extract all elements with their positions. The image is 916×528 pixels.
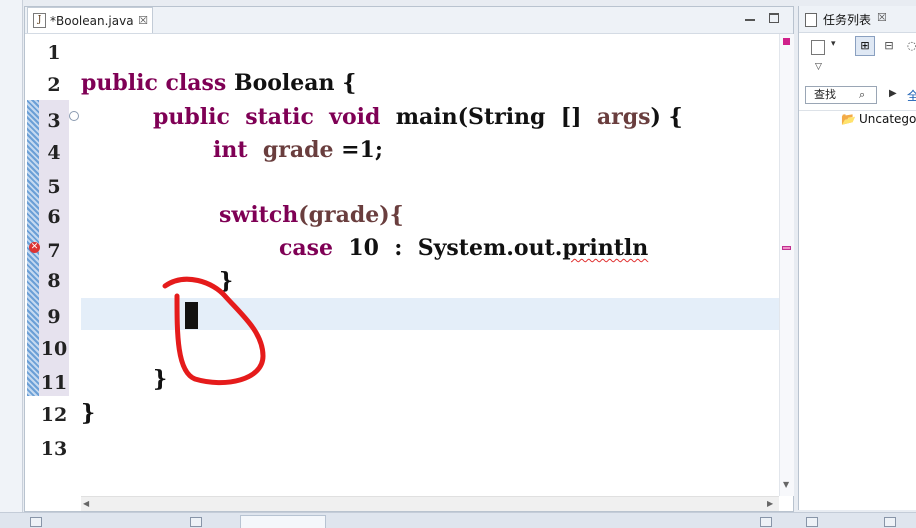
code-line-12: } (81, 400, 96, 426)
find-input[interactable]: 查找 (805, 86, 877, 104)
scheduled-view-icon[interactable]: ⊟ (879, 36, 899, 56)
divider (799, 110, 916, 111)
horizontal-scrollbar[interactable]: ◀ ▶ (81, 496, 779, 511)
line-number: 9 (47, 306, 61, 328)
error-summary-marker[interactable] (783, 38, 790, 45)
close-icon[interactable]: ☒ (138, 14, 148, 27)
code-line-2: public class Boolean { (81, 70, 356, 96)
line-number: 11 (40, 372, 68, 394)
error-token[interactable]: println (562, 235, 648, 261)
switch-expression: (grade){ (298, 202, 404, 228)
task-list-tab-bar: 任务列表 ☒ (799, 6, 916, 33)
line-number: 10 (40, 338, 68, 360)
close-icon[interactable]: ☒ (877, 11, 887, 24)
fold-collapse-icon[interactable] (69, 111, 79, 121)
method-signature: main(String [] (395, 104, 582, 130)
line-number: 2 (47, 74, 61, 96)
view-menu-icon[interactable] (884, 517, 896, 527)
task-list-icon (805, 13, 817, 27)
search-icon[interactable]: ⌕ (859, 88, 865, 102)
editor-pane: J *Boolean.java ☒ 1 2 3 4 5 6 7 8 9 10 1… (24, 6, 794, 512)
view-menu-icon[interactable]: ▽ (815, 62, 822, 72)
line-number: 8 (47, 270, 61, 292)
code-line-8: } (219, 268, 234, 294)
task-list-panel: 任务列表 ☒ ▾ ⊞ ⊟ ◌ ▽ 查找 ⌕ ▶ 全 📂 Uncategorize… (798, 6, 916, 510)
all-link[interactable]: 全 (907, 87, 916, 104)
keyword: int (213, 137, 248, 163)
maximize-icon[interactable] (769, 13, 779, 23)
line-number: 12 (40, 404, 68, 426)
minimize-icon[interactable] (760, 517, 772, 527)
line-number: 3 (47, 110, 61, 132)
left-side-strip (0, 0, 23, 527)
keyword: switch (219, 202, 299, 228)
editor-tab-title: *Boolean.java (50, 13, 134, 28)
category-item-uncategorized[interactable]: Uncategorized (859, 112, 916, 126)
parameter: args (596, 104, 651, 130)
overview-ruler: ▼ (779, 34, 794, 496)
java-file-icon: J (33, 13, 46, 28)
line-number: 4 (47, 142, 61, 164)
activate-icon[interactable]: ▶ (889, 88, 897, 99)
bottom-view-tab[interactable] (240, 515, 326, 528)
variable: grade (262, 137, 334, 163)
code-editor[interactable]: 1 2 3 4 5 6 7 8 9 10 11 12 13 ✕ public c… (25, 34, 779, 496)
brace: ) { (650, 104, 683, 130)
minimize-icon[interactable] (745, 13, 755, 21)
code-line-7: case 10 : System.out.println (279, 235, 648, 261)
scroll-right-icon[interactable]: ▶ (767, 499, 773, 508)
new-task-icon[interactable] (811, 40, 825, 55)
scroll-left-icon[interactable]: ◀ (83, 499, 89, 508)
assignment: =1; (333, 137, 383, 163)
line-number: 7 (47, 240, 61, 262)
keyword: public class (81, 70, 227, 96)
categorized-view-icon[interactable]: ⊞ (855, 36, 875, 56)
view-icon[interactable] (30, 517, 42, 527)
line-number: 6 (47, 206, 61, 228)
bottom-panel-strip (0, 512, 916, 528)
code-line-4: int grade =1; (213, 137, 383, 163)
maximize-icon[interactable] (806, 517, 818, 527)
line-number: 5 (47, 176, 61, 198)
editor-tab-bar: J *Boolean.java ☒ (25, 7, 793, 34)
folder-icon: 📂 (841, 112, 856, 126)
line-number: 13 (40, 438, 68, 460)
class-name: Boolean (233, 70, 335, 96)
text-caret (185, 302, 198, 329)
keyword: public static void (153, 104, 381, 130)
brace: { (334, 70, 357, 96)
error-icon[interactable]: ✕ (29, 242, 40, 253)
error-ruler-mark[interactable] (782, 246, 791, 250)
filter-icon[interactable]: ◌ (907, 39, 916, 52)
code-line-11: } (153, 366, 168, 392)
line-number: 1 (47, 42, 61, 64)
case-body: 10 : System.out. (333, 235, 563, 261)
chevron-down-icon[interactable]: ▾ (831, 39, 836, 49)
task-list-title[interactable]: 任务列表 (823, 11, 871, 28)
code-line-3: public static void main(String [] args) … (153, 104, 683, 130)
editor-tab-boolean-java[interactable]: J *Boolean.java ☒ (27, 7, 153, 33)
code-line-6: switch(grade){ (219, 202, 404, 228)
keyword: case (279, 235, 334, 261)
view-icon[interactable] (190, 517, 202, 527)
scroll-down-icon[interactable]: ▼ (783, 480, 789, 489)
